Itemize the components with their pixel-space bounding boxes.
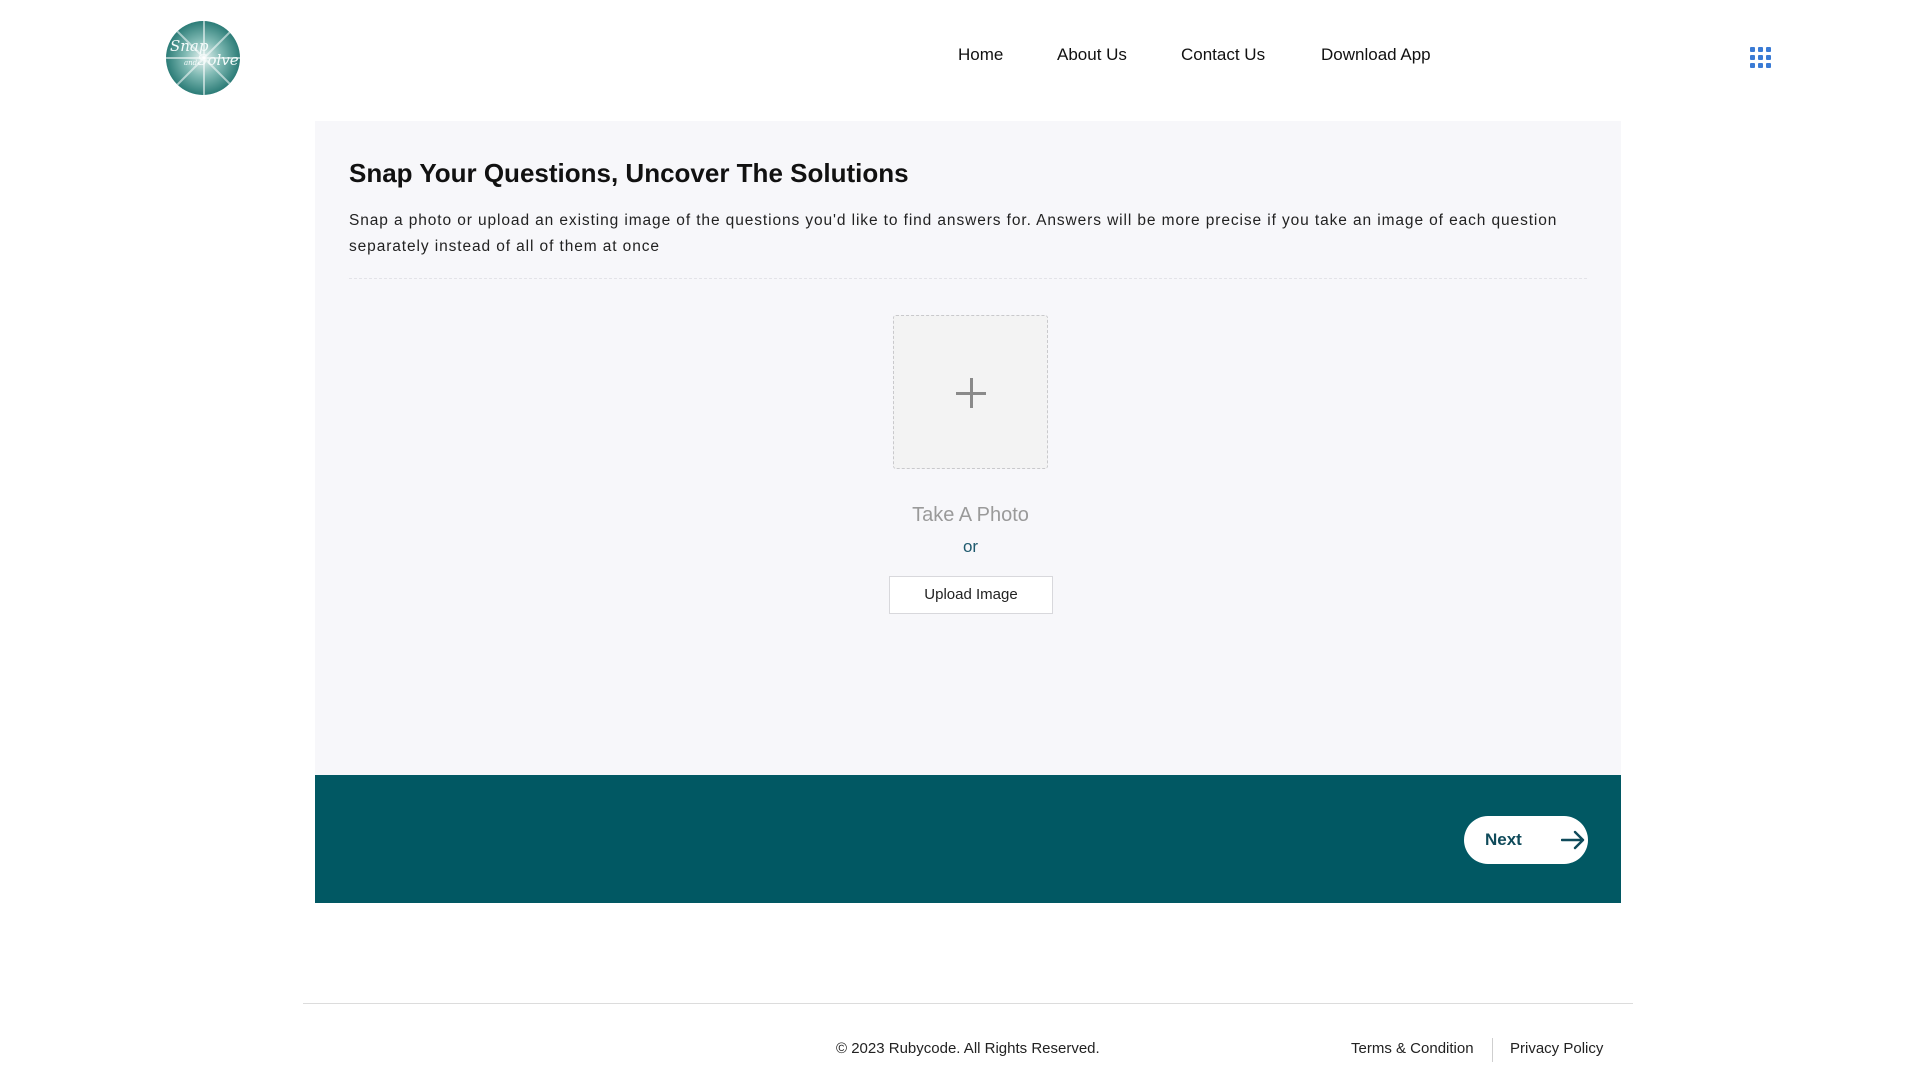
snap-and-solve-logo[interactable]: Snap andSolve [166,21,240,95]
next-button-label: Next [1485,830,1522,849]
copyright-text: © 2023 Rubycode. All Rights Reserved. [836,1040,1100,1057]
page-title: Snap Your Questions, Uncover The Solutio… [349,158,909,188]
privacy-policy-link[interactable]: Privacy Policy [1510,1040,1603,1057]
nav-link-about-us[interactable]: About Us [1057,45,1127,65]
terms-link[interactable]: Terms & Condition [1351,1040,1474,1057]
footer-link-separator [1492,1038,1493,1062]
action-bar: Next [315,775,1621,903]
plus-icon [956,378,986,408]
or-separator: or [962,537,979,556]
nav-link-contact-us[interactable]: Contact Us [1181,45,1265,65]
grid-dots-icon[interactable] [1750,47,1772,69]
page-description: Snap a photo or upload an existing image… [349,212,1558,255]
snap-upload-card: Snap Your Questions, Uncover The Solutio… [315,121,1621,775]
logo-wordmark: Snap andSolve [170,37,239,69]
section-divider [349,278,1587,279]
take-photo-label[interactable]: Take A Photo [805,504,1136,527]
upload-image-button[interactable]: Upload Image [889,576,1053,614]
site-header: Snap andSolve Home About Us Contact Us D… [0,0,1920,115]
next-button[interactable]: Next [1464,816,1588,864]
footer-divider [303,1003,1633,1004]
photo-drop-zone[interactable] [893,315,1048,469]
arrow-right-icon [1561,830,1585,850]
nav-link-download-app[interactable]: Download App [1321,45,1431,65]
nav-link-home[interactable]: Home [958,45,1003,65]
